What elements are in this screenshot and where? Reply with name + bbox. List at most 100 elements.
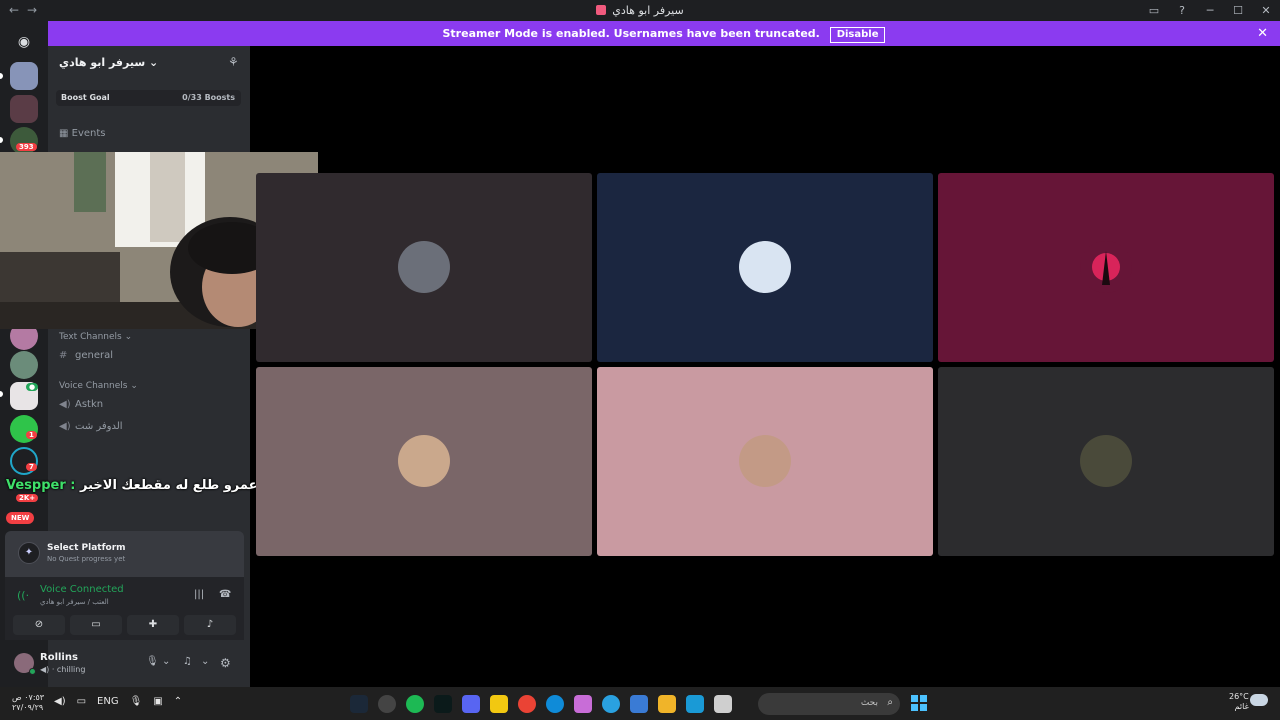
voice-channel-path: العتب / سيرفر ابو هادي [40, 598, 109, 606]
chevron-down-icon[interactable]: ⌄ [162, 656, 170, 667]
minimize-button[interactable]: ─ [1196, 4, 1224, 17]
online-status-dot [29, 668, 36, 675]
app-icon[interactable] [434, 695, 452, 713]
speaker-icon: ◀) [59, 399, 71, 410]
quest-panel[interactable]: ✦ Select Platform No Quest progress yet [5, 531, 244, 577]
participant-tile[interactable] [938, 367, 1274, 556]
tray-app-icon[interactable]: ▣ [153, 696, 162, 707]
hash-icon: # [59, 350, 68, 361]
category-text-channels[interactable]: Text Channels ⌄ [59, 332, 132, 342]
maximize-button[interactable]: ☐ [1224, 4, 1252, 17]
app-icon[interactable] [714, 695, 732, 713]
mention-badge: 2K+ [16, 494, 39, 502]
telegram-icon[interactable] [602, 695, 620, 713]
new-badge: NEW [6, 512, 35, 524]
voice-status-panel: ((· Voice Connected العتب / سيرفر ابو ها… [5, 577, 244, 640]
settings-gear-icon[interactable]: ⚙ [220, 656, 231, 670]
category-voice-channels[interactable]: Voice Channels ⌄ [59, 381, 138, 391]
app-icon[interactable] [686, 695, 704, 713]
noise-suppression-icon[interactable]: ||| [194, 589, 204, 600]
guild-icon[interactable] [10, 62, 38, 90]
participant-tile[interactable] [597, 367, 933, 556]
chat-overlay-message: Vespper : ترا عمرو طلع له مقطعك الاخير [6, 478, 279, 493]
avatar[interactable] [14, 653, 36, 675]
voice-channel-2[interactable]: ◀) الدوفر شت [59, 421, 123, 432]
boost-goal[interactable]: Boost Goal 0/33 Boosts [56, 90, 241, 106]
volume-icon[interactable]: ◀) [54, 696, 66, 707]
network-icon[interactable]: ▭ [77, 696, 86, 707]
weather-widget[interactable]: 26°C غائم [1229, 692, 1249, 712]
taskbar-apps [350, 695, 732, 713]
participant-tile[interactable] [938, 173, 1274, 362]
invite-people-icon[interactable]: ⚘ [228, 55, 239, 69]
events-item[interactable]: ▦ Events [59, 128, 106, 139]
avatar [1080, 241, 1132, 293]
mention-badge: 7 [26, 463, 37, 471]
file-explorer-icon[interactable] [658, 695, 676, 713]
screen-share-button[interactable]: ▭ [70, 615, 122, 635]
participant-tile[interactable] [256, 367, 592, 556]
participant-tile[interactable] [256, 173, 592, 362]
microphone-icon[interactable]: 🎙 [146, 656, 159, 667]
power-bi-icon[interactable] [490, 695, 508, 713]
copilot-icon[interactable] [574, 695, 592, 713]
channel-general[interactable]: # general [59, 350, 113, 361]
voice-connected-label[interactable]: Voice Connected [40, 584, 124, 595]
activities-button[interactable]: ✚ [127, 615, 179, 635]
avatar [398, 241, 450, 293]
guild-icon[interactable] [10, 95, 38, 123]
microphone-icon[interactable]: 🎙 [130, 696, 143, 707]
camera-off-button[interactable]: ⊘ [13, 615, 65, 635]
headphones-icon[interactable]: ♫ [183, 656, 192, 667]
chevron-up-icon[interactable]: ⌃ [174, 696, 182, 707]
boost-goal-label: Boost Goal [61, 93, 110, 102]
disconnect-icon[interactable]: ☎ [219, 589, 231, 600]
steam-icon[interactable] [350, 695, 368, 713]
user-panel: Rollins ◀) · chilling 🎙 ⌄ ♫ ⌄ ⚙ [5, 645, 244, 681]
inbox-icon[interactable]: ▭ [1140, 4, 1168, 17]
avatar [739, 241, 791, 293]
username[interactable]: Rollins [40, 652, 78, 663]
close-icon[interactable]: ✕ [1257, 21, 1268, 46]
server-icon [596, 5, 607, 15]
clock[interactable]: ٠٧:٥٣ ص ٢٧/٠٩/٢٩ [12, 693, 44, 713]
store-icon[interactable] [630, 695, 648, 713]
temperature: 26°C [1229, 692, 1249, 701]
chrome-icon[interactable] [518, 695, 536, 713]
mention-badge: 1 [26, 431, 37, 439]
language-indicator[interactable]: ENG [97, 696, 119, 707]
taskbar-search[interactable]: بحث ⌕ [758, 693, 900, 715]
close-window-button[interactable]: ✕ [1252, 4, 1280, 17]
overlay-text: ترا عمرو طلع له مقطعك الاخير [80, 478, 280, 493]
boost-goal-value: 0/33 Boosts [182, 93, 235, 102]
streamer-mode-banner: Streamer Mode is enabled. Usernames have… [48, 21, 1280, 46]
chevron-down-icon[interactable]: ⌄ [201, 656, 209, 667]
guild-icon[interactable] [10, 351, 38, 379]
start-button[interactable] [911, 695, 927, 711]
cloud-icon [1250, 694, 1268, 706]
discord-home-icon[interactable]: ◉ [10, 28, 38, 56]
live-badge: ● [26, 383, 39, 391]
voice-channel-astkn[interactable]: ◀) Astkn [59, 399, 103, 410]
quest-subtitle: No Quest progress yet [47, 555, 126, 563]
server-name-header[interactable]: سيرفر ابو هادي ⌄ [59, 56, 158, 69]
signal-icon[interactable]: ((· [17, 589, 29, 602]
title-bar: ← → سيرفر ابو هادي ▭ ? ─ ☐ ✕ [0, 0, 1280, 21]
avatar [398, 435, 450, 487]
mention-badge: 393 [16, 143, 37, 151]
help-icon[interactable]: ? [1168, 4, 1196, 17]
clock-date: ٢٧/٠٩/٢٩ [12, 703, 44, 712]
soundboard-button[interactable]: ♪ [184, 615, 236, 635]
discord-icon[interactable] [462, 695, 480, 713]
quest-title: Select Platform [47, 543, 126, 553]
overlay-author: Vespper : [6, 478, 76, 493]
search-placeholder: بحث [860, 698, 878, 708]
obs-icon[interactable] [378, 695, 396, 713]
edge-icon[interactable] [546, 695, 564, 713]
participant-tile[interactable] [597, 173, 933, 362]
taskbar: ٠٧:٥٣ ص ٢٧/٠٩/٢٩ ◀) ▭ ENG 🎙 ▣ ⌃ بحث ⌕ 26… [0, 687, 1280, 720]
speaker-icon: ◀) [59, 421, 71, 432]
disable-streamer-button[interactable]: Disable [829, 27, 886, 43]
avatar [739, 435, 791, 487]
spotify-icon[interactable] [406, 695, 424, 713]
